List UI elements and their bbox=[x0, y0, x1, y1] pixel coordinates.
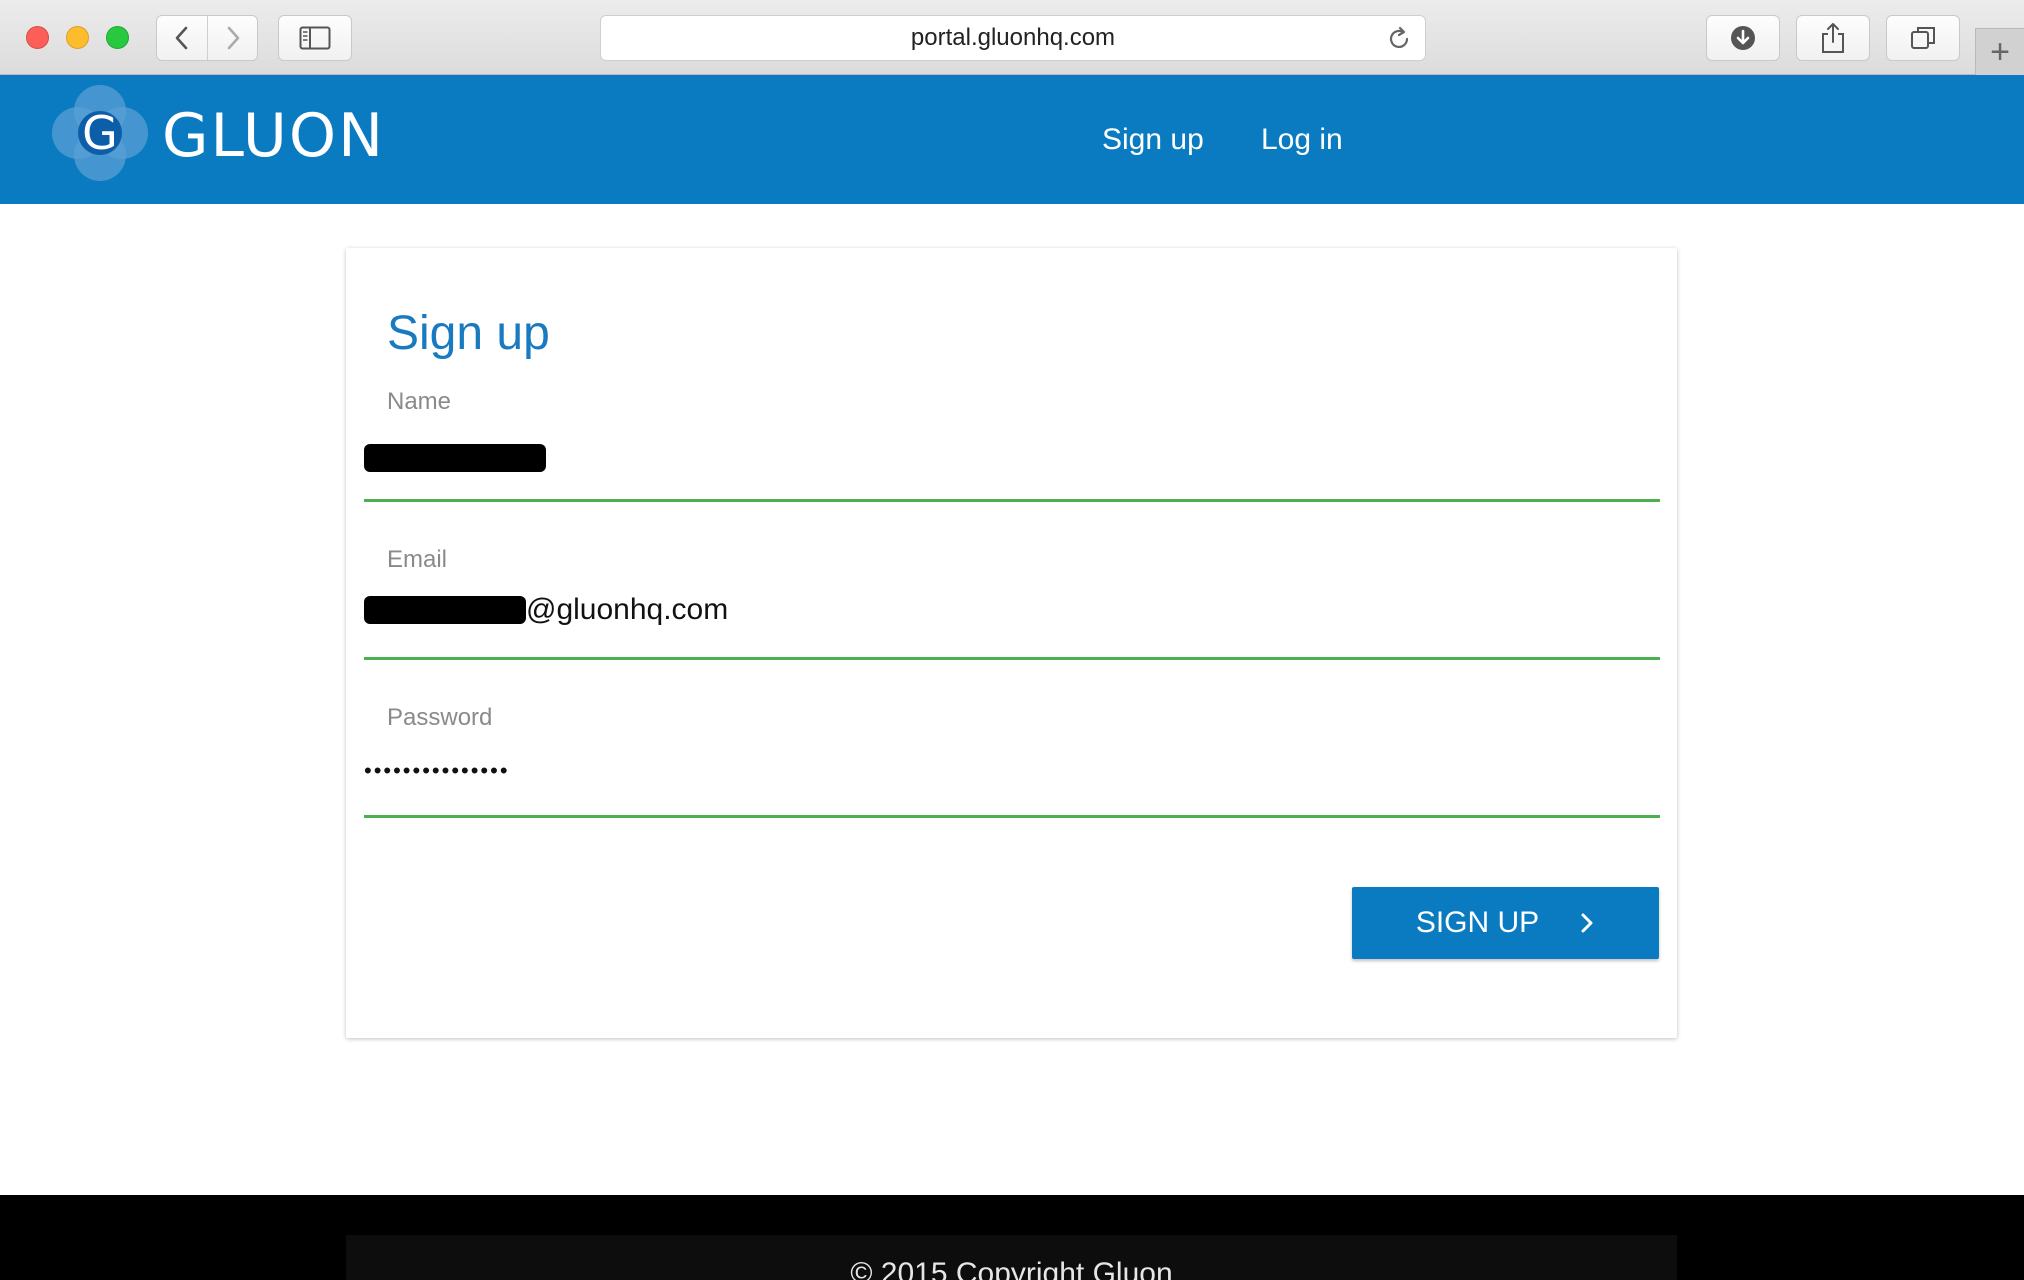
redacted-email bbox=[364, 596, 526, 624]
password-underline bbox=[364, 815, 1660, 818]
close-window-button[interactable] bbox=[26, 26, 49, 49]
site-header: G GLUON Sign up Log in bbox=[0, 75, 2024, 204]
chevron-left-icon bbox=[175, 26, 188, 50]
sidebar-icon bbox=[299, 26, 331, 50]
address-text: portal.gluonhq.com bbox=[910, 24, 1116, 51]
minimize-window-button[interactable] bbox=[66, 26, 89, 49]
name-label: Name bbox=[387, 388, 452, 415]
tabs-icon bbox=[1911, 27, 1935, 49]
browser-toolbar: portal.gluonhq.com + bbox=[0, 0, 2024, 75]
share-button[interactable] bbox=[1796, 15, 1870, 61]
email-domain: @gluonhq.com bbox=[526, 593, 729, 626]
reload-icon[interactable] bbox=[1385, 25, 1413, 53]
share-icon bbox=[1822, 23, 1844, 53]
signup-card: Sign up Name Email @gluonhq.com Password… bbox=[346, 248, 1677, 1038]
redacted-name bbox=[364, 444, 546, 473]
signup-button-label: SIGN UP bbox=[1415, 906, 1540, 939]
download-icon bbox=[1731, 26, 1755, 50]
page-title: Sign up bbox=[387, 307, 550, 360]
tabs-overview-button[interactable] bbox=[1886, 15, 1960, 61]
copyright-text: © 2015 Copyright Gluon bbox=[850, 1257, 1173, 1280]
name-underline bbox=[364, 499, 1660, 502]
forward-button[interactable] bbox=[207, 16, 257, 60]
logo-letter: G bbox=[82, 106, 118, 160]
brand-name[interactable]: GLUON bbox=[162, 101, 385, 171]
password-label: Password bbox=[387, 704, 493, 731]
chevron-right-icon bbox=[1581, 913, 1593, 933]
downloads-button[interactable] bbox=[1706, 15, 1780, 61]
maximize-window-button[interactable] bbox=[106, 26, 129, 49]
history-nav bbox=[156, 15, 258, 61]
site-footer: © 2015 Copyright Gluon bbox=[0, 1195, 2024, 1280]
name-field[interactable] bbox=[364, 440, 546, 474]
sidebar-toggle-button[interactable] bbox=[278, 15, 352, 61]
footer-container: © 2015 Copyright Gluon bbox=[346, 1235, 1677, 1280]
email-label: Email bbox=[387, 546, 448, 573]
nav-login-link[interactable]: Log in bbox=[1261, 123, 1343, 157]
chevron-right-icon bbox=[227, 26, 239, 50]
email-field[interactable]: @gluonhq.com bbox=[364, 593, 728, 627]
back-button[interactable] bbox=[157, 16, 207, 60]
password-field[interactable]: ••••••••••••••• bbox=[364, 758, 510, 784]
signup-button[interactable]: SIGN UP bbox=[1352, 887, 1659, 959]
gluon-logo-icon[interactable]: G bbox=[48, 81, 152, 185]
email-underline bbox=[364, 657, 1660, 660]
nav-signup-link[interactable]: Sign up bbox=[1102, 123, 1204, 157]
new-tab-button[interactable]: + bbox=[1975, 28, 2024, 75]
address-bar[interactable]: portal.gluonhq.com bbox=[600, 15, 1426, 61]
